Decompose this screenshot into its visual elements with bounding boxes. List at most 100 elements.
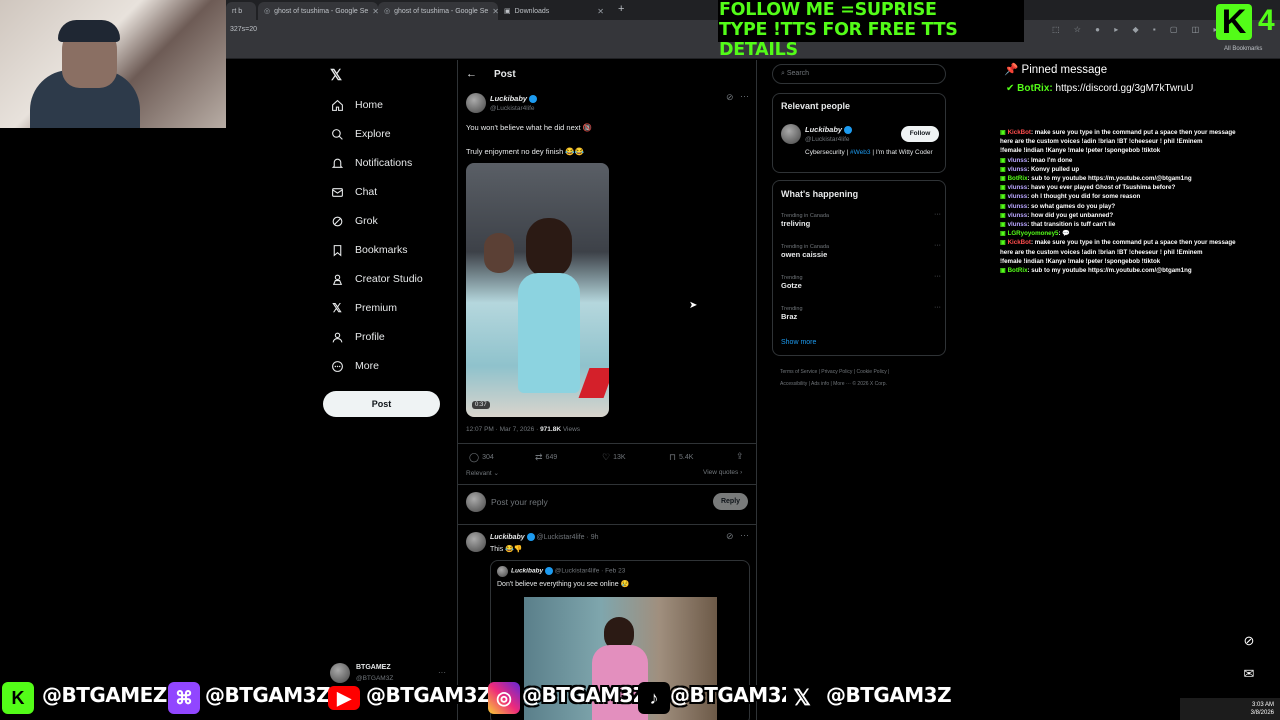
verified-badge-icon — [526, 533, 535, 541]
reply-input[interactable]: Post your reply — [491, 497, 548, 507]
person-name[interactable]: Luckibaby — [805, 125, 853, 135]
author-name[interactable]: Luckibaby — [490, 94, 538, 104]
repost-action[interactable]: ⇄ 649 — [535, 452, 557, 463]
more-icon[interactable]: ··· — [934, 242, 941, 249]
reply-action[interactable]: ◯ 304 — [469, 452, 494, 463]
avatar[interactable] — [466, 93, 486, 113]
chat-message: ▣ vlunss: Konvy pulled up — [1000, 165, 1280, 174]
sidebar-footer: Terms of Service | Privacy Policy | Cook… — [780, 366, 889, 390]
new-tab-button[interactable]: + — [618, 3, 624, 15]
bookmark-icon: ⊓ — [669, 452, 677, 462]
reply-tweet-header[interactable]: Luckibaby @Luckistar4life · 9h — [490, 533, 599, 541]
more-icon[interactable]: ··· — [740, 530, 749, 540]
more-icon[interactable]: ··· — [934, 304, 941, 311]
footer-links[interactable]: Terms of Service | Privacy Policy | Cook… — [780, 366, 889, 378]
more-icon[interactable]: ··· — [740, 91, 749, 101]
avatar — [330, 663, 350, 683]
divider — [458, 524, 756, 525]
grok-icon[interactable]: ⊘ — [1238, 633, 1260, 655]
post-button[interactable]: Post — [323, 391, 440, 417]
grok-icon — [330, 214, 344, 228]
chat-username[interactable]: BotRix — [1008, 175, 1028, 182]
chat-username[interactable]: vlunss — [1008, 221, 1028, 228]
divider — [458, 484, 756, 485]
share-action[interactable]: ⇪ — [736, 451, 744, 462]
chat-username[interactable]: vlunss — [1008, 203, 1028, 210]
nav-item-grok[interactable]: Grok — [330, 211, 378, 231]
divider — [458, 443, 756, 444]
more-icon[interactable]: ··· — [438, 668, 446, 677]
clock-date: 3/8/2026 — [1250, 710, 1274, 716]
badge-icon: ▣ — [1000, 165, 1008, 173]
search-input[interactable]: ⌕ Search — [772, 64, 946, 84]
nav-item-home[interactable]: Home — [330, 95, 383, 115]
trend-item[interactable]: Trending in Canada owen caissie ··· — [781, 242, 941, 259]
nav-label: Chat — [355, 186, 378, 198]
browser-tab[interactable]: rt b — [226, 2, 256, 20]
all-bookmarks[interactable]: All Bookmarks — [1224, 46, 1262, 52]
whats-happening-card: What's happening Trending in Canada treli… — [772, 180, 946, 356]
x-logo-icon[interactable]: 𝕏 — [330, 66, 346, 84]
webcam-feed — [0, 0, 226, 128]
like-action[interactable]: ♡ 13K — [602, 452, 626, 463]
pinned-link[interactable]: https://discord.gg/3gM7kTwruU — [1056, 83, 1194, 94]
chat-username[interactable]: vlunss — [1008, 193, 1028, 200]
trend-item[interactable]: Trending Gotze ··· — [781, 273, 941, 290]
nav-item-chat[interactable]: Chat — [330, 182, 377, 202]
back-arrow-icon[interactable]: ← — [466, 68, 477, 80]
nav-label: Notifications — [355, 157, 413, 169]
chat-text: here are the custom voices !adin !brian … — [1000, 248, 1203, 256]
follow-button[interactable]: Follow — [901, 126, 939, 142]
bookmark-count: 5.4K — [679, 454, 694, 461]
chat-text: : Konvy pulled up — [1027, 165, 1080, 173]
chat-username[interactable]: vlunss — [1008, 166, 1028, 173]
nav-item-premium[interactable]: 𝕏 Premium — [330, 298, 397, 318]
chat-username[interactable]: KickBot — [1008, 239, 1031, 246]
footer-links[interactable]: Accessibility | Ads info | More ··· © 20… — [780, 378, 889, 390]
author-handle[interactable]: @Luckistar4life — [490, 105, 535, 112]
bookmark-action[interactable]: ⊓ 5.4K — [669, 452, 693, 463]
grok-icon[interactable]: ⊘ — [726, 531, 734, 542]
badge-icon: ▣ — [1000, 221, 1008, 229]
chat-message: !female !indian !Kanye !male !peter !spo… — [1000, 257, 1280, 266]
hashtag-link[interactable]: #Web3 — [850, 149, 870, 156]
nav-item-bookmarks[interactable]: Bookmarks — [330, 240, 408, 260]
nav-item-notifications[interactable]: Notifications — [330, 153, 412, 173]
chat-text: : sub to my youtube https://m.youtube.co… — [1027, 175, 1192, 183]
video-player[interactable]: 0:37 — [466, 163, 609, 417]
mail-icon[interactable]: ✉ — [1238, 666, 1260, 688]
avatar[interactable] — [781, 124, 801, 144]
sort-relevant[interactable]: Relevant ⌄ — [466, 469, 499, 477]
browser-tab[interactable]: ◎ ghost of tsushima - Google Se ✕ — [378, 2, 498, 20]
chat-username[interactable]: BotRix — [1008, 267, 1028, 274]
chat-username[interactable]: vlunss — [1008, 212, 1028, 219]
avatar[interactable] — [466, 532, 486, 552]
reply-button[interactable]: Reply — [713, 493, 748, 510]
chat-username[interactable]: KickBot — [1008, 129, 1031, 136]
chat-username[interactable]: vlunss — [1008, 184, 1028, 191]
nav-item-explore[interactable]: Explore — [330, 124, 391, 144]
video-red-object — [578, 368, 609, 398]
chat-username[interactable]: LGRyoyomoney5 — [1008, 230, 1059, 237]
chat-message: ▣ BotRix: sub to my youtube https://m.yo… — [1000, 174, 1280, 183]
verified-badge-icon — [844, 126, 853, 135]
video-duration: 0:37 — [472, 401, 490, 409]
close-icon[interactable]: ✕ — [597, 7, 604, 16]
more-icon[interactable]: ··· — [934, 211, 941, 218]
grok-icon[interactable]: ⊘ — [726, 92, 734, 103]
view-quotes-link[interactable]: View quotes › — [703, 469, 742, 476]
chat-text: : sub to my youtube https://m.youtube.co… — [1027, 267, 1192, 275]
badge-icon: ▣ — [1000, 175, 1008, 183]
browser-tab-downloads[interactable]: ▣ Downloads ✕ — [498, 2, 610, 20]
nav-item-profile[interactable]: Profile — [330, 327, 385, 347]
nav-item-creator-studio[interactable]: Creator Studio — [330, 269, 423, 289]
more-icon[interactable]: ··· — [934, 273, 941, 280]
chat-username[interactable]: vlunss — [1008, 157, 1028, 164]
nav-item-more[interactable]: More — [330, 356, 379, 376]
browser-tab[interactable]: ◎ ghost of tsushima - Google Se ✕ — [258, 2, 378, 20]
card-title: What's happening — [781, 189, 859, 199]
show-more-link[interactable]: Show more — [781, 339, 816, 346]
trend-item[interactable]: Trending in Canada treliving ··· — [781, 211, 941, 228]
chat-message: ▣ KickBot: make sure you type in the com… — [1000, 238, 1280, 247]
trend-item[interactable]: Trending Braz ··· — [781, 304, 941, 321]
